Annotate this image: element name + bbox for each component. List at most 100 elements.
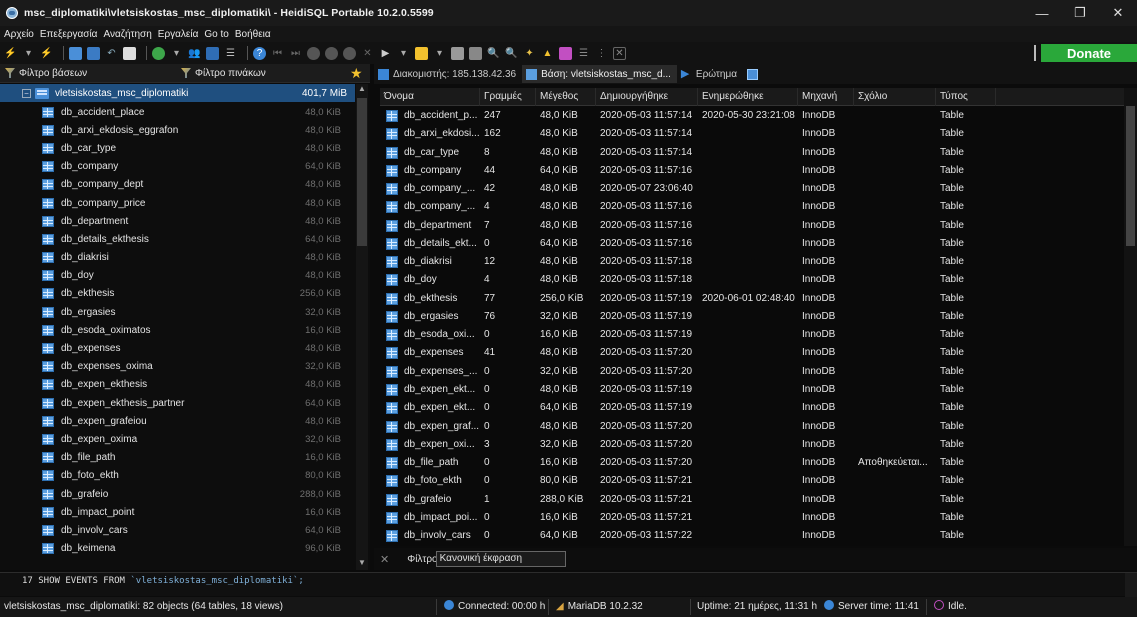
highlight-icon[interactable]	[559, 46, 572, 60]
collapse-icon[interactable]: −	[22, 88, 31, 98]
table-row[interactable]: db_ekthesis 77 256,0 KiB 2020-05-03 11:57:1…	[380, 290, 1124, 308]
session-manager-icon[interactable]: ⚡	[4, 47, 17, 60]
tree-table-item[interactable]: db_file_path 16,0 KiB	[0, 449, 355, 467]
minimize-button[interactable]: —	[1023, 0, 1061, 26]
grid-scroll-thumb[interactable]	[1126, 106, 1135, 246]
tree-scroll-thumb[interactable]	[357, 98, 367, 246]
maintenance-icon[interactable]: ☰	[224, 47, 237, 60]
table-row[interactable]: db_foto_ekth 0 80,0 KiB 2020-05-03 11:57:21…	[380, 472, 1124, 490]
tree-table-item[interactable]: db_expen_ekthesis_partner 64,0 KiB	[0, 394, 355, 412]
table-row[interactable]: db_company_... 42 48,0 KiB 2020-05-07 23:06…	[380, 180, 1124, 198]
table-row[interactable]: db_esoda_oxi... 0 16,0 KiB 2020-05-03 11:57…	[380, 326, 1124, 344]
close-tab-icon[interactable]: ✕	[613, 46, 626, 60]
table-row[interactable]: db_doy 4 48,0 KiB 2020-05-03 11:57:18 InnoDB…	[380, 271, 1124, 289]
tree-table-item[interactable]: db_expenses_oxima 32,0 KiB	[0, 358, 355, 376]
donate-button[interactable]: Donate	[1041, 44, 1137, 62]
heidisql-app-icon[interactable]	[6, 7, 18, 19]
tree-table-item[interactable]: db_expenses 48,0 KiB	[0, 339, 355, 357]
refresh-icon[interactable]	[152, 46, 165, 60]
warning-icon[interactable]: ▲	[541, 47, 554, 60]
menu-goto[interactable]: Go to	[204, 29, 228, 40]
menu-search[interactable]: Αναζήτηση	[103, 29, 151, 40]
close-filter-icon[interactable]: ✕	[380, 553, 389, 566]
database-filter[interactable]: Φίλτρο βάσεων	[0, 65, 176, 82]
close-button[interactable]: ✕	[1099, 0, 1137, 26]
column-header[interactable]: Γραμμές	[480, 88, 536, 106]
tree-table-item[interactable]: db_involv_cars 64,0 KiB	[0, 521, 355, 539]
tree-table-item[interactable]: db_expen_oxima 32,0 KiB	[0, 430, 355, 448]
tree-table-item[interactable]: db_company_price 48,0 KiB	[0, 194, 355, 212]
tree-table-item[interactable]: db_doy 48,0 KiB	[0, 267, 355, 285]
save-icon[interactable]	[123, 46, 136, 60]
sql-log[interactable]: 17 SHOW EVENTS FROM `vletsiskostas_msc_d…	[0, 572, 1137, 597]
table-list-grid[interactable]: Όνομα Γραμμές Μέγεθος Δημιουργήθηκε Ενημερώθ…	[380, 88, 1124, 546]
regex-filter-input[interactable]: Κανονική έκφραση	[435, 551, 566, 567]
add-record-icon[interactable]	[307, 46, 320, 60]
save-sql-icon[interactable]	[451, 46, 464, 60]
tree-table-item[interactable]: db_impact_point 16,0 KiB	[0, 503, 355, 521]
column-header[interactable]: Μέγεθος	[536, 88, 596, 106]
tree-table-item[interactable]: db_ergasies 32,0 KiB	[0, 303, 355, 321]
table-row[interactable]: db_impact_poi... 0 16,0 KiB 2020-05-03 11:5…	[380, 509, 1124, 527]
tree-table-item[interactable]: db_car_type 48,0 KiB	[0, 139, 355, 157]
format-sql-icon[interactable]: ✦	[523, 47, 536, 60]
favorites-star-icon[interactable]: ★	[350, 65, 363, 82]
column-header[interactable]: Ενημερώθηκε	[698, 88, 798, 106]
column-header[interactable]: Τύπος	[936, 88, 996, 106]
run-icon[interactable]: ▶	[379, 47, 392, 60]
scroll-down-icon[interactable]: ▼	[356, 558, 368, 570]
column-header[interactable]: Σχόλιο	[854, 88, 936, 106]
table-row[interactable]: db_grafeio 1 288,0 KiB 2020-05-03 11:57:21 I…	[380, 491, 1124, 509]
table-row[interactable]: db_company_... 4 48,0 KiB 2020-05-03 11:57:…	[380, 198, 1124, 216]
export-icon[interactable]	[206, 46, 219, 60]
tab-query[interactable]: ▶ Ερώτημα	[677, 65, 743, 83]
table-row[interactable]: db_expen_ekt... 0 64,0 KiB 2020-05-03 11:57…	[380, 399, 1124, 417]
undo-icon[interactable]: ↶	[105, 47, 118, 60]
column-header[interactable]: Μηχανή	[798, 88, 854, 106]
menu-file[interactable]: Αρχείο	[4, 29, 34, 40]
menu-tools[interactable]: Εργαλεία	[158, 29, 199, 40]
tab-database[interactable]: Βάση: vletsiskostas_msc_d...	[522, 65, 677, 83]
tree-table-item[interactable]: db_company 64,0 KiB	[0, 158, 355, 176]
delete-record-icon[interactable]	[325, 46, 338, 60]
column-header[interactable]: Δημιουργήθηκε	[596, 88, 698, 106]
tree-table-item[interactable]: db_department 48,0 KiB	[0, 212, 355, 230]
help-icon[interactable]: ?	[253, 46, 266, 60]
tree-table-item[interactable]: db_grafeio 288,0 KiB	[0, 485, 355, 503]
table-row[interactable]: db_involv_cars 0 64,0 KiB 2020-05-03 11:57:…	[380, 527, 1124, 545]
table-row[interactable]: db_accident_p... 247 48,0 KiB 2020-05-03 11…	[380, 107, 1124, 125]
grid-scrollbar[interactable]	[1124, 88, 1137, 546]
tree-table-item[interactable]: db_expen_grafeiou 48,0 KiB	[0, 412, 355, 430]
column-header[interactable]: Όνομα	[380, 88, 480, 106]
first-record-icon[interactable]: ⏮	[271, 47, 284, 60]
tree-table-item[interactable]: db_diakrisi 48,0 KiB	[0, 249, 355, 267]
table-filter[interactable]: Φίλτρο πινάκων	[176, 65, 346, 82]
cancel-record-icon[interactable]: ✕	[361, 47, 374, 60]
more-icon[interactable]: ⋮	[595, 47, 608, 60]
tree-table-item[interactable]: db_arxi_ekdosis_eggrafon 48,0 KiB	[0, 121, 355, 139]
find-icon[interactable]: 🔍	[487, 47, 500, 60]
scroll-up-icon[interactable]: ▲	[356, 84, 368, 96]
table-row[interactable]: db_expenses_... 0 32,0 KiB 2020-05-03 11:57…	[380, 363, 1124, 381]
user-manager-icon[interactable]: 👥	[188, 47, 201, 60]
tree-root-database[interactable]: − vletsiskostas_msc_diplomatiki 401,7 Mi…	[0, 84, 355, 102]
menu-help[interactable]: Βοήθεια	[235, 29, 271, 40]
tree-table-item[interactable]: db_ekthesis 256,0 KiB	[0, 285, 355, 303]
table-row[interactable]: db_department 7 48,0 KiB 2020-05-03 11:57:1…	[380, 217, 1124, 235]
paste-icon[interactable]	[87, 46, 100, 60]
table-row[interactable]: db_car_type 8 48,0 KiB 2020-05-03 11:57:14 I…	[380, 144, 1124, 162]
sql-log-scrollbar[interactable]	[1125, 573, 1137, 597]
copy-icon[interactable]	[69, 46, 82, 60]
tree-table-item[interactable]: db_foto_ekth 80,0 KiB	[0, 467, 355, 485]
open-folder-icon[interactable]	[415, 46, 428, 60]
table-row[interactable]: db_expen_oxi... 3 32,0 KiB 2020-05-03 11:57…	[380, 436, 1124, 454]
tree-table-item[interactable]: db_keimena 96,0 KiB	[0, 540, 355, 558]
snippets-icon[interactable]	[469, 46, 482, 60]
last-record-icon[interactable]: ⏭	[289, 47, 302, 60]
table-row[interactable]: db_diakrisi 12 48,0 KiB 2020-05-03 11:57:18…	[380, 253, 1124, 271]
table-row[interactable]: db_expen_ekt... 0 48,0 KiB 2020-05-03 11:57…	[380, 381, 1124, 399]
align-icon[interactable]: ☰	[577, 47, 590, 60]
tree-table-item[interactable]: db_company_dept 48,0 KiB	[0, 176, 355, 194]
menu-edit[interactable]: Επεξεργασία	[40, 29, 98, 40]
post-record-icon[interactable]	[343, 46, 356, 60]
